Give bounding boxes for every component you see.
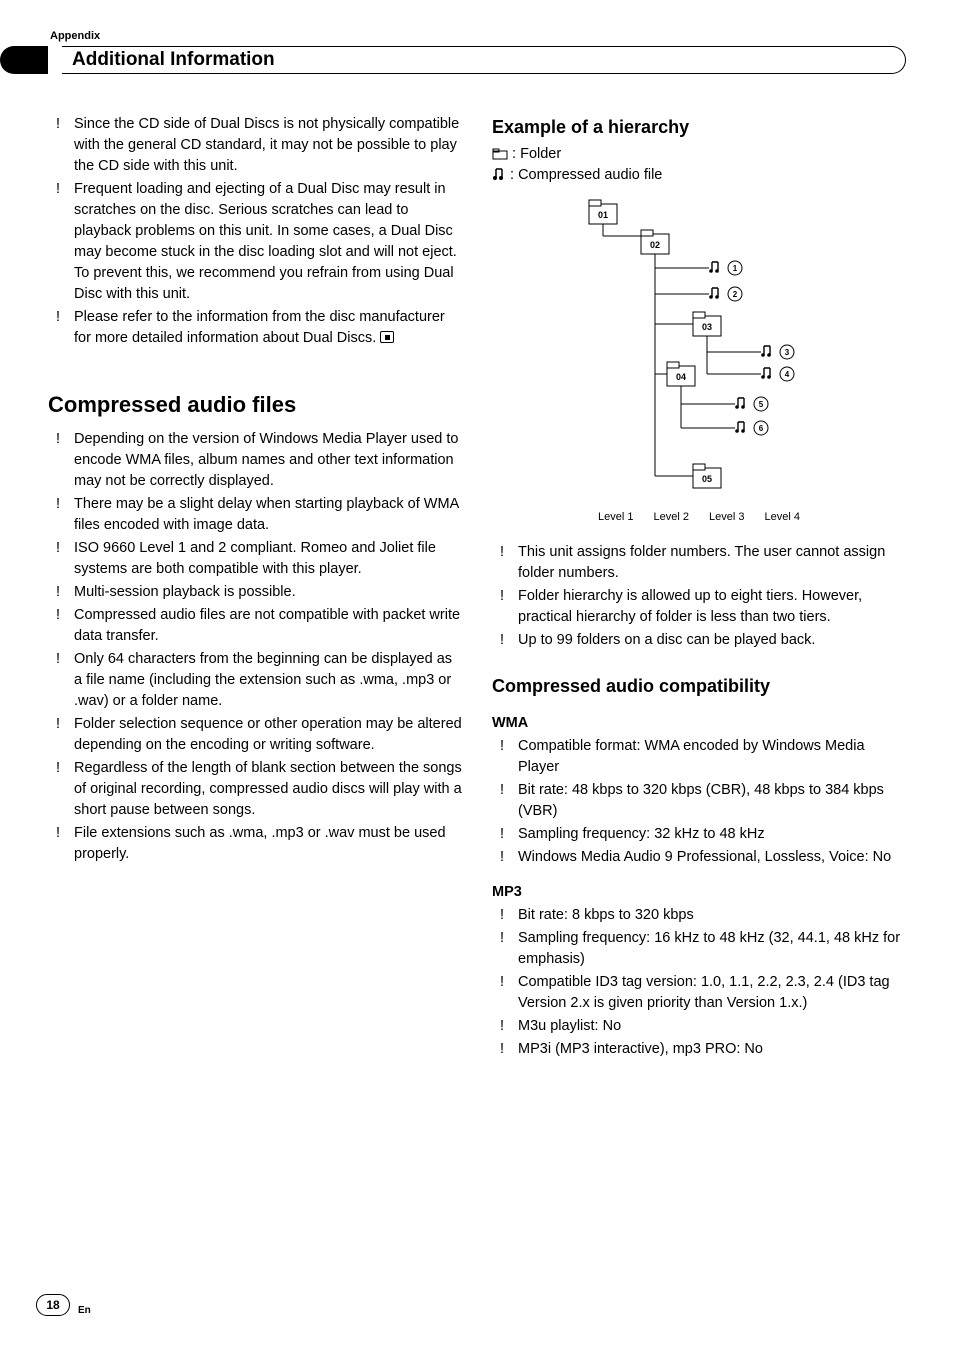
list-item: Only 64 characters from the beginning ca… (48, 649, 462, 712)
list-item: Windows Media Audio 9 Professional, Loss… (492, 847, 906, 868)
black-tab (0, 46, 48, 74)
list-item: Bit rate: 48 kbps to 320 kbps (CBR), 48 … (492, 780, 906, 822)
wma-heading: WMA (492, 713, 906, 734)
list-item: File extensions such as .wma, .mp3 or .w… (48, 823, 462, 865)
svg-text:4: 4 (785, 370, 790, 379)
svg-text:3: 3 (785, 348, 790, 357)
compressed-list: Depending on the version of Windows Medi… (48, 429, 462, 865)
list-item: Compatible ID3 tag version: 1.0, 1.1, 2.… (492, 972, 906, 1014)
list-item: Sampling frequency: 32 kHz to 48 kHz (492, 824, 906, 845)
list-item: Compressed audio files are not compatibl… (48, 605, 462, 647)
content-columns: Since the CD side of Dual Discs is not p… (48, 114, 906, 1062)
title-bar: Additional Information (48, 46, 906, 74)
compat-heading: Compressed audio compatibility (492, 673, 906, 699)
lang-label: En (78, 1305, 91, 1316)
list-item: Up to 99 folders on a disc can be played… (492, 630, 906, 651)
page-header: Appendix Additional Information (48, 30, 906, 74)
list-item: Sampling frequency: 16 kHz to 48 kHz (32… (492, 928, 906, 970)
music-note-icon (492, 167, 510, 183)
list-item: Bit rate: 8 kbps to 320 kbps (492, 905, 906, 926)
svg-text:2: 2 (733, 290, 738, 299)
page-number: 18 (36, 1294, 70, 1316)
list-item: M3u playlist: No (492, 1016, 906, 1037)
compressed-audio-heading: Compressed audio files (48, 389, 462, 421)
svg-text:01: 01 (598, 210, 608, 220)
svg-text:05: 05 (702, 474, 712, 484)
list-item: This unit assigns folder numbers. The us… (492, 542, 906, 584)
hierarchy-heading: Example of a hierarchy (492, 114, 906, 140)
svg-text:1: 1 (733, 264, 738, 273)
svg-text:04: 04 (676, 372, 686, 382)
list-item: Multi-session playback is possible. (48, 582, 462, 603)
left-column: Since the CD side of Dual Discs is not p… (48, 114, 462, 1062)
intro-list: Since the CD side of Dual Discs is not p… (48, 114, 462, 349)
svg-text:03: 03 (702, 322, 712, 332)
list-item: Regardless of the length of blank sectio… (48, 758, 462, 821)
list-item: Please refer to the information from the… (48, 307, 462, 349)
list-item: Depending on the version of Windows Medi… (48, 429, 462, 492)
hierarchy-notes: This unit assigns folder numbers. The us… (492, 542, 906, 651)
list-item: Compatible format: WMA encoded by Window… (492, 736, 906, 778)
hierarchy-diagram: 01 02 1 2 03 3 (559, 196, 839, 506)
list-item: Folder hierarchy is allowed up to eight … (492, 586, 906, 628)
page-footer: 18 En (36, 1294, 91, 1316)
mp3-list: Bit rate: 8 kbps to 320 kbps Sampling fr… (492, 905, 906, 1060)
svg-text:02: 02 (650, 240, 660, 250)
legend: : Folder : Compressed audio file (492, 144, 906, 186)
right-column: Example of a hierarchy : Folder : Compre… (492, 114, 906, 1062)
page-title: Additional Information (62, 46, 906, 74)
wma-list: Compatible format: WMA encoded by Window… (492, 736, 906, 868)
level-labels: Level 1 Level 2 Level 3 Level 4 (492, 510, 906, 526)
list-item: Folder selection sequence or other opera… (48, 714, 462, 756)
list-item: There may be a slight delay when startin… (48, 494, 462, 536)
list-item: Frequent loading and ejecting of a Dual … (48, 179, 462, 305)
svg-text:6: 6 (759, 424, 764, 433)
list-item: MP3i (MP3 interactive), mp3 PRO: No (492, 1039, 906, 1060)
folder-icon (492, 146, 512, 162)
list-item: Since the CD side of Dual Discs is not p… (48, 114, 462, 177)
stop-icon (380, 331, 394, 343)
list-item: ISO 9660 Level 1 and 2 compliant. Romeo … (48, 538, 462, 580)
mp3-heading: MP3 (492, 882, 906, 903)
svg-text:5: 5 (759, 400, 764, 409)
appendix-label: Appendix (50, 30, 906, 42)
